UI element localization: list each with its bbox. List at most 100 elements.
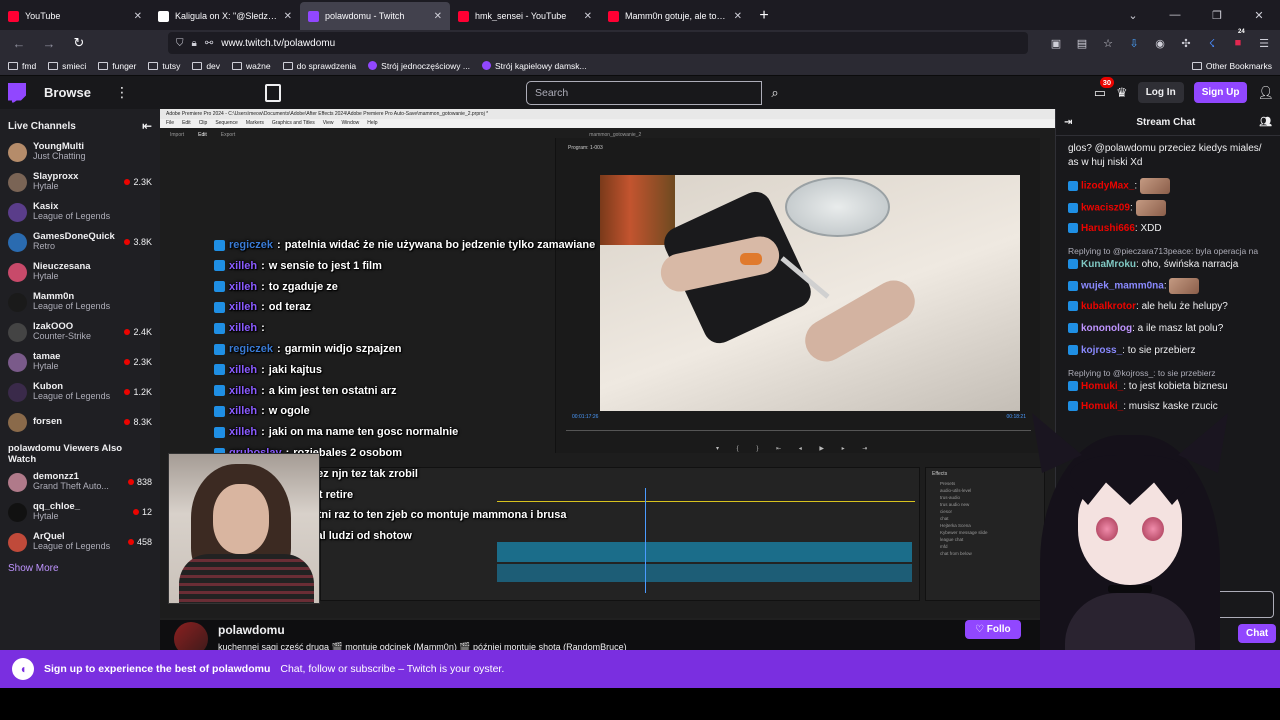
reader-view-icon[interactable]: ▤ (1072, 33, 1092, 53)
chat-message[interactable]: kubalkrotor: ale helu że helupy? (1056, 297, 1280, 317)
chat-username[interactable]: Homuki_ (1081, 381, 1123, 392)
account-icon[interactable]: ◉ (1150, 33, 1170, 53)
chat-username[interactable]: lizodyMax_ (1081, 181, 1134, 192)
chat-message[interactable]: glos? @polawdomu przeciez kiedys miales/… (1056, 139, 1280, 173)
screenshot-icon[interactable]: ▣ (1046, 33, 1066, 53)
sidebar-channel[interactable]: Kasix League of Legends (0, 197, 160, 227)
permissions-icon[interactable]: ⚯ (205, 38, 213, 49)
sidebar-channel[interactable]: qq_chloe_ Hytale 12 (0, 497, 160, 527)
chat-message[interactable]: Replying to @kojross_: to sie przebierz H… (1056, 363, 1280, 397)
channel-avatar (8, 502, 27, 522)
sidebar-channel[interactable]: Mamm0n League of Legends (0, 287, 160, 317)
sidebar-channel[interactable]: Nieuczesana Hytale (0, 257, 160, 287)
bookmark-link[interactable]: Strój jednoczęściowy ... (368, 61, 470, 71)
sidebar-channel[interactable]: demonzz1 Grand Theft Auto... 838 (0, 467, 160, 497)
bookmark-folder[interactable]: tutsy (148, 61, 180, 71)
signup-banner[interactable]: ◖ Sign up to experience the best of pola… (0, 650, 1280, 688)
prime-crown-icon[interactable] (264, 83, 281, 102)
viewer-count-text: 458 (136, 537, 152, 547)
chat-message[interactable]: wujek_mamm0na: (1056, 275, 1280, 297)
url-text[interactable]: www.twitch.tv/polawdomu (221, 38, 335, 49)
minimize-icon[interactable]: — (1154, 0, 1196, 30)
bookmark-folder[interactable]: dev (192, 61, 220, 71)
extensions-icon[interactable]: ✣ (1176, 33, 1196, 53)
sidebar-channel[interactable]: YoungMulti Just Chatting (0, 137, 160, 167)
chat-message[interactable]: kwacisz09: (1056, 197, 1280, 219)
folder-icon (282, 61, 293, 70)
browser-tab[interactable]: YouTube ✕ (0, 2, 150, 30)
sidebar-channel[interactable]: ArQuel League of Legends 458 (0, 527, 160, 557)
chat-message[interactable]: lizodyMax_: (1056, 175, 1280, 197)
user-menu-icon[interactable]: 👤︎ (1257, 85, 1274, 101)
viewer-count: 3.8K (124, 237, 152, 247)
signup-button[interactable]: Sign Up (1193, 82, 1248, 103)
chat-username[interactable]: Harushi666 (1081, 223, 1135, 234)
browser-tab[interactable]: hmk_sensei - YouTube ✕ (450, 2, 600, 30)
maximize-icon[interactable]: ❐ (1196, 0, 1238, 30)
sidebar-channel[interactable]: tamae Hytale 2.3K (0, 347, 160, 377)
extension-icon[interactable]: ☇ (1202, 33, 1222, 53)
chat-message[interactable]: kojross_: to sie przebierz (1056, 341, 1280, 361)
forward-icon[interactable]: → (36, 32, 62, 54)
login-button[interactable]: Log In (1137, 82, 1184, 103)
chat-username[interactable]: KunaMroku (1081, 259, 1136, 270)
sidebar-channel[interactable]: Slayproxx Hytale 2.3K (0, 167, 160, 197)
browser-tab-active[interactable]: polawdomu - Twitch ✕ (300, 2, 450, 30)
chat-message[interactable]: Replying to @pieczara713peace: byla oper… (1056, 241, 1280, 275)
channel-info: IzakOOO Counter-Strike (33, 322, 118, 341)
reload-icon[interactable]: ↻ (66, 32, 92, 54)
bookmark-folder[interactable]: smieci (48, 61, 86, 71)
bookmark-folder[interactable]: fmd (8, 61, 36, 71)
close-tab-icon[interactable]: ✕ (734, 11, 742, 22)
community-icon[interactable]: 👥︎ (1259, 117, 1272, 128)
collapse-sidebar-icon[interactable]: ⇤ (142, 119, 152, 133)
new-tab-button[interactable]: + (750, 2, 778, 30)
close-window-icon[interactable]: ✕ (1238, 0, 1280, 30)
browse-link[interactable]: Browse (44, 85, 91, 100)
chat-username[interactable]: kwacisz09 (1081, 203, 1130, 214)
back-icon[interactable]: ← (6, 32, 32, 54)
sidebar-channel[interactable]: forsen 8.3K (0, 407, 160, 437)
more-menu-icon[interactable]: ⋮ (115, 84, 129, 101)
bookmark-star-icon[interactable]: ☆ (1098, 33, 1118, 53)
reply-context: Replying to @kojross_: to sie przebierz (1068, 368, 1216, 378)
channel-name[interactable]: polawdomu (218, 623, 285, 637)
chat-message[interactable]: kononolog: a ile masz lat polu? (1056, 319, 1280, 339)
app-menu-icon[interactable]: ☰ (1254, 33, 1274, 53)
other-bookmarks[interactable]: Other Bookmarks (1191, 61, 1272, 71)
shield-icon[interactable]: ⛉ (176, 38, 184, 49)
extension-badge-icon[interactable]: ■ 24 (1228, 29, 1248, 53)
browser-tab[interactable]: Kaligula on X: "@SledziuStream ✕ (150, 2, 300, 30)
bookmark-link[interactable]: Strój kąpielowy damsk... (482, 61, 587, 71)
search-input[interactable]: Search (526, 81, 762, 105)
lock-icon[interactable]: 🔒︎ (192, 38, 197, 49)
chat-username[interactable]: kubalkrotor (1081, 301, 1136, 312)
downloads-icon[interactable]: ⇩ (1124, 33, 1144, 53)
chat-username[interactable]: kononolog (1081, 323, 1132, 334)
browser-tab[interactable]: Mamm0n gotuje, ale to Konon ✕ (600, 2, 750, 30)
close-tab-icon[interactable]: ✕ (434, 11, 442, 22)
collapse-chat-icon[interactable]: ⇥ (1064, 117, 1072, 128)
chat-message[interactable]: Harushi666: XDD (1056, 219, 1280, 239)
bookmark-folder[interactable]: ważne (232, 61, 271, 71)
twitch-logo-icon[interactable] (8, 82, 26, 103)
bookmark-folder[interactable]: do sprawdzenia (282, 61, 356, 71)
close-tab-icon[interactable]: ✕ (134, 11, 142, 22)
show-more-link[interactable]: Show More (0, 557, 160, 580)
channel-avatar (8, 172, 27, 192)
search-icon[interactable]: ⌕ (763, 81, 787, 105)
address-bar[interactable]: ⛉ 🔒︎ ⚯ www.twitch.tv/polawdomu (168, 32, 1028, 54)
sidebar-channel[interactable]: Kubon League of Legends 1.2K (0, 377, 160, 407)
chat-username[interactable]: wujek_mamm0na (1081, 281, 1164, 292)
viewer-count: 2.3K (124, 177, 152, 187)
close-tab-icon[interactable]: ✕ (284, 11, 292, 22)
sidebar-channel[interactable]: GamesDoneQuick Retro 3.8K (0, 227, 160, 257)
chat-username[interactable]: kojross_ (1081, 345, 1122, 356)
sidebar-channel[interactable]: IzakOOO Counter-Strike 2.4K (0, 317, 160, 347)
close-tab-icon[interactable]: ✕ (584, 11, 592, 22)
overlay-chat-line: xilleh: od teraz (214, 301, 311, 313)
bookmark-folder[interactable]: funger (98, 61, 136, 71)
list-all-tabs-icon[interactable]: ⌄ (1112, 0, 1154, 30)
prime-loot-icon[interactable]: ♛ (1116, 85, 1128, 101)
notifications-icon[interactable]: ▭ 30 (1094, 76, 1115, 101)
